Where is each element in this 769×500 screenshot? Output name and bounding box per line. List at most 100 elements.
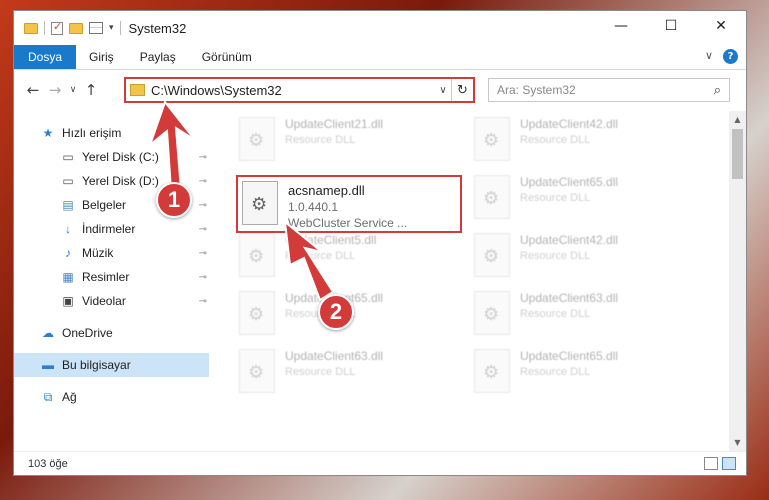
properties-check-icon[interactable]	[51, 20, 63, 35]
vertical-scrollbar[interactable]: ▲ ▼	[729, 111, 746, 451]
file-version: 1.0.440.1	[288, 200, 339, 214]
customize-dropdown-icon[interactable]: ▾	[109, 23, 114, 33]
file-name: UpdateClient65.dll	[520, 349, 619, 363]
file-tile[interactable]: UpdateClient65.dll Resource DLL	[474, 349, 694, 405]
tab-file[interactable]: Dosya	[14, 45, 77, 69]
maximize-button[interactable]: ☐	[646, 11, 696, 41]
sidebar-item-label: OneDrive	[62, 326, 113, 340]
pin-icon[interactable]: ⊸	[199, 200, 207, 211]
scroll-up-icon[interactable]: ▲	[729, 111, 746, 128]
details-view-icon[interactable]	[704, 457, 718, 470]
folder-icon[interactable]	[24, 22, 38, 34]
properties-icon[interactable]	[89, 22, 103, 34]
sidebar-item-label: Yerel Disk (C:)	[82, 150, 159, 164]
file-tile[interactable]: UpdateClient42.dll Resource DLL	[474, 117, 694, 173]
documents-icon: ▤	[62, 198, 74, 212]
file-description: Resource DLL	[520, 192, 591, 204]
file-description: Resource DLL	[520, 250, 591, 262]
file-name: UpdateClient63.dll	[520, 291, 619, 305]
back-button[interactable]: ←	[22, 81, 44, 99]
sidebar-item[interactable]: ♪ Müzik ⊸	[14, 241, 209, 265]
scroll-down-icon[interactable]: ▼	[729, 434, 746, 451]
scroll-thumb[interactable]	[732, 129, 743, 179]
file-tile[interactable]: UpdateClient63.dll Resource DLL	[474, 291, 694, 347]
file-description: Resource DLL	[285, 134, 356, 146]
file-tile[interactable]: UpdateClient63.dll Resource DLL	[239, 349, 459, 405]
dll-file-icon	[239, 233, 275, 277]
recent-locations-icon[interactable]: ∨	[66, 85, 80, 95]
refresh-button[interactable]: ↻	[451, 79, 473, 101]
status-bar: 103 öğe	[14, 451, 746, 475]
tab-share[interactable]: Paylaş	[127, 45, 189, 69]
tiles-view-icon[interactable]	[722, 457, 736, 470]
file-tile[interactable]: UpdateClient5.dll Resource DLL	[239, 233, 459, 289]
sidebar-item-label: Videolar	[82, 294, 126, 308]
sidebar-item[interactable]: ▬ Bu bilgisayar	[14, 353, 209, 377]
file-tile[interactable]: UpdateClient42.dll Resource DLL	[474, 233, 694, 289]
address-bar[interactable]: C:\Windows\System32 ∨ ↻	[124, 77, 475, 103]
highlighted-file-tile[interactable]: acsnamep.dll 1.0.440.1 WebCluster Servic…	[236, 175, 462, 233]
expand-ribbon-icon[interactable]: ∨	[705, 49, 713, 64]
sidebar-item-label: Müzik	[82, 246, 114, 260]
title-bar: ▾ System32 — ☐ ✕	[14, 11, 746, 45]
music-icon: ♪	[65, 246, 71, 260]
file-tile[interactable]: UpdateClient65.dll Resource DLL	[474, 175, 694, 231]
dll-file-icon	[474, 349, 510, 393]
file-description: Resource DLL	[520, 308, 591, 320]
file-tile[interactable]: UpdateClient21.dll Resource DLL	[239, 117, 459, 173]
dll-file-icon	[474, 117, 510, 161]
up-button[interactable]: ↑	[80, 81, 102, 99]
address-text[interactable]: C:\Windows\System32	[151, 83, 435, 98]
pin-icon[interactable]: ⊸	[199, 224, 207, 235]
tab-view[interactable]: Görünüm	[189, 45, 265, 69]
sidebar-item[interactable]: ▣ Videolar ⊸	[14, 289, 209, 313]
search-icon[interactable]: ⌕	[714, 82, 721, 98]
file-description: Resource DLL	[285, 366, 356, 378]
star-icon: ★	[42, 126, 54, 140]
window-title: System32	[128, 20, 187, 36]
window-controls: — ☐ ✕	[596, 11, 746, 41]
sidebar-item[interactable]: ↓ İndirmeler ⊸	[14, 217, 209, 241]
search-input[interactable]: Ara: System32 ⌕	[488, 78, 730, 102]
sidebar-item[interactable]: ☁ OneDrive	[14, 321, 209, 345]
sidebar-item-label: Belgeler	[82, 198, 127, 212]
address-dropdown-icon[interactable]: ∨	[435, 85, 451, 96]
quick-access-toolbar: ▾	[14, 20, 121, 35]
sidebar-item[interactable]: ⧉ Ağ	[14, 385, 209, 409]
file-name: UpdateClient42.dll	[520, 117, 619, 131]
minimize-button[interactable]: —	[596, 11, 646, 41]
file-description: Resource DLL	[520, 134, 591, 146]
forward-button[interactable]: →	[44, 81, 66, 99]
sidebar-item[interactable]: ▭ Yerel Disk (C:) ⊸	[14, 145, 209, 169]
pin-icon[interactable]: ⊸	[199, 176, 207, 187]
pin-icon[interactable]: ⊸	[199, 248, 207, 259]
file-name: UpdateClient5.dll	[285, 233, 377, 247]
drive-icon: ▭	[62, 150, 74, 164]
view-switcher	[704, 457, 736, 470]
file-description: Resource DLL	[520, 366, 591, 378]
ribbon-controls: ∨ ?	[705, 49, 738, 64]
cloud-icon: ☁	[42, 326, 54, 340]
pin-icon[interactable]: ⊸	[199, 272, 207, 283]
item-count: 103 öğe	[28, 457, 68, 470]
tab-home[interactable]: Giriş	[76, 45, 127, 69]
group-gap	[14, 345, 209, 353]
close-button[interactable]: ✕	[696, 11, 746, 41]
computer-icon: ▬	[42, 358, 54, 372]
file-description: Resource DLL	[285, 250, 356, 262]
sidebar-item[interactable]: ▦ Resimler ⊸	[14, 265, 209, 289]
sidebar-item[interactable]: ★ Hızlı erişim	[14, 121, 209, 145]
search-placeholder: Ara: System32	[497, 83, 576, 97]
pin-icon[interactable]: ⊸	[199, 296, 207, 307]
help-icon[interactable]: ?	[723, 49, 738, 64]
new-folder-icon[interactable]	[69, 22, 83, 34]
dll-file-icon	[239, 117, 275, 161]
group-gap	[14, 313, 209, 321]
divider	[119, 21, 121, 35]
pictures-icon: ▦	[62, 270, 74, 284]
ribbon-tabs: Dosya Giriş Paylaş Görünüm ∨ ?	[14, 45, 746, 70]
dll-file-icon	[239, 349, 275, 393]
file-name: UpdateClient63.dll	[285, 349, 384, 363]
dll-file-icon	[474, 175, 510, 219]
pin-icon[interactable]: ⊸	[199, 152, 207, 163]
